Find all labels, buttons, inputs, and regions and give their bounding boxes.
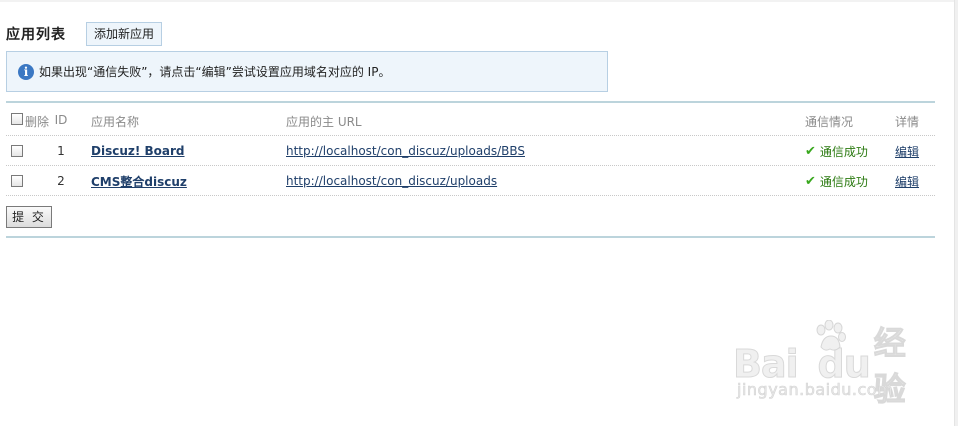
status-text: 通信成功 [819,174,868,189]
header-delete-label: 删除 [25,115,50,129]
status-text: 通信成功 [819,144,868,159]
check-icon: ✔ [805,143,816,159]
app-url-link[interactable]: http://localhost/con_discuz/uploads [286,174,497,188]
row-id: 1 [57,144,65,158]
row-delete-checkbox[interactable] [11,145,23,157]
table-bottom-rule [6,236,935,238]
watermark-url: jingyan.baidu.com [737,380,894,400]
page-title: 应用列表 [6,27,66,43]
status-badge: ✔ 通信成功 [805,143,868,160]
app-name-link[interactable]: Discuz! Board [91,144,185,158]
paw-icon [816,320,846,351]
scrollbar[interactable] [954,0,958,426]
header-url: 应用的主 URL [286,115,362,129]
app-url-link[interactable]: http://localhost/con_discuz/uploads/BBS [286,144,525,158]
top-edge [0,0,958,2]
submit-button[interactable]: 提 交 [6,206,52,228]
table-header: 删除 ID 应用名称 应用的主 URL 通信情况 详情 [6,110,935,136]
notice-text: 如果出现“通信失败”，请点击“编辑”尝试设置应用域名对应的 IP。 [39,65,391,79]
baidu-jingyan-watermark: Bai du 经验 jingyan.baidu.com [733,318,913,409]
table-top-rule [6,101,935,103]
header-id: ID [54,113,68,127]
check-icon: ✔ [805,173,816,189]
info-icon: i [18,63,34,80]
status-badge: ✔ 通信成功 [805,173,868,190]
select-all-checkbox[interactable] [11,113,23,125]
notice-box: i 如果出现“通信失败”，请点击“编辑”尝试设置应用域名对应的 IP。 [6,51,608,92]
add-app-button[interactable]: 添加新应用 [86,22,163,46]
header-delete: 删除 [11,110,49,135]
app-name-link[interactable]: CMS整合discuz [91,173,187,190]
row-id: 2 [57,174,65,188]
header-name: 应用名称 [91,115,140,129]
row-delete-checkbox[interactable] [11,175,23,187]
header-detail: 详情 [895,115,920,129]
edit-link[interactable]: 编辑 [895,173,919,190]
table-row: 2 CMS整合discuz http://localhost/con_discu… [6,166,935,196]
table-row: 1 Discuz! Board http://localhost/con_dis… [6,136,935,166]
edit-link[interactable]: 编辑 [895,143,919,160]
header-status: 通信情况 [805,115,854,129]
